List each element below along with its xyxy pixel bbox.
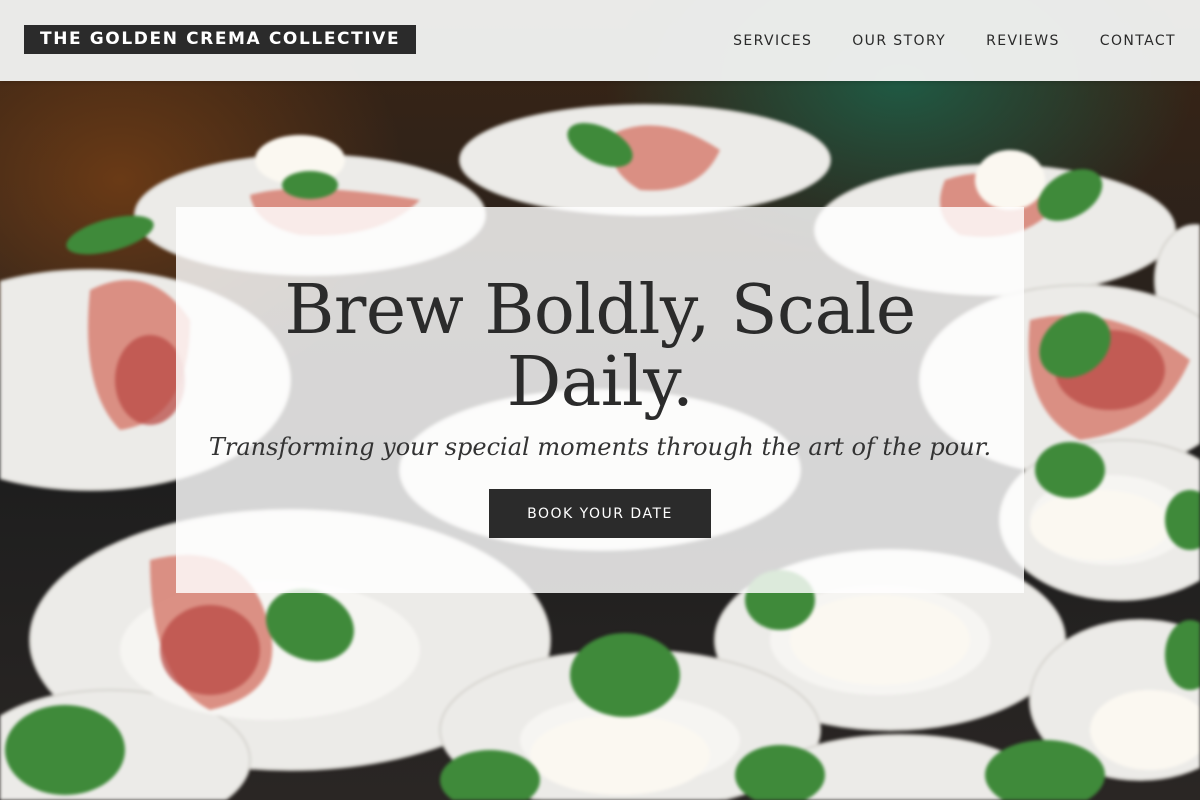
nav-link-reviews[interactable]: REVIEWS <box>986 33 1060 49</box>
nav-link-services[interactable]: SERVICES <box>733 33 812 49</box>
site-header: THE GOLDEN CREMA COLLECTIVE SERVICES OUR… <box>0 0 1200 81</box>
nav-link-our-story[interactable]: OUR STORY <box>852 33 946 49</box>
hero-card: Brew Boldly, Scale Daily. Transforming y… <box>176 207 1024 593</box>
hero-subtitle: Transforming your special moments throug… <box>208 433 992 461</box>
nav-link-contact[interactable]: CONTACT <box>1100 33 1176 49</box>
book-your-date-button[interactable]: BOOK YOUR DATE <box>489 489 711 538</box>
main-nav: SERVICES OUR STORY REVIEWS CONTACT <box>733 0 1176 81</box>
hero-title: Brew Boldly, Scale Daily. <box>284 271 916 422</box>
brand-logo[interactable]: THE GOLDEN CREMA COLLECTIVE <box>24 25 417 54</box>
